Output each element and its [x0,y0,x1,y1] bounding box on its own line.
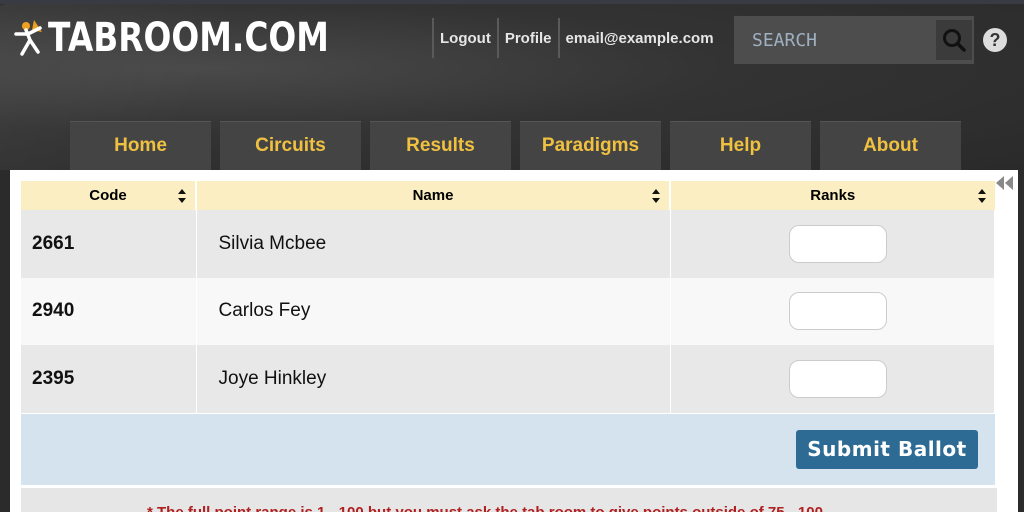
entry-code: 2395 [21,345,197,413]
nav-tab-help[interactable]: Help [670,121,811,170]
search-input[interactable] [734,16,934,64]
column-header-code[interactable]: Code [21,181,197,210]
site-header: TABROOM.COM Logout Profile email@example… [0,0,1024,170]
search-button[interactable] [936,20,972,60]
entry-code: 2661 [21,210,197,278]
nav-tab-about[interactable]: About [820,121,961,170]
account-email-link[interactable]: email@example.com [560,30,720,47]
note-bar: * The full point range is 1 - 100 but yo… [21,488,997,512]
rank-cell [670,210,995,278]
entry-name: Silvia Mcbee [196,210,671,278]
collapse-sidebar-icon[interactable] [994,174,1016,192]
nav-tab-paradigms[interactable]: Paradigms [520,121,661,170]
entry-name: Joye Hinkley [196,345,671,413]
column-header-ranks[interactable]: Ranks [670,181,995,210]
nav-tab-circuits[interactable]: Circuits [220,121,361,170]
table-header-row: Code Name Ranks [21,181,995,210]
rank-input[interactable] [788,224,887,263]
table-row: 2940 Carlos Fey [21,277,995,345]
top-border [0,0,1024,4]
main-nav: Home Circuits Results Paradigms Help Abo… [70,121,970,170]
entry-code: 2940 [21,277,197,345]
point-range-note: * The full point range is 1 - 100 but yo… [147,504,823,512]
ballot-table: Code Name Ranks 2661 Silvia Mcbee 2940 C… [21,181,995,413]
column-header-name[interactable]: Name [196,181,671,210]
nav-tab-home[interactable]: Home [70,121,211,170]
site-logo[interactable]: TABROOM.COM [14,12,391,64]
site-name: TABROOM.COM [48,15,329,61]
profile-link[interactable]: Profile [499,30,558,47]
column-header-label: Name [412,187,454,204]
logo-figure-icon [14,20,42,56]
rank-cell [670,345,995,413]
submit-bar: Submit Ballot [21,414,995,485]
sort-icon [652,189,660,203]
submit-ballot-button[interactable]: Submit Ballot [796,430,978,469]
nav-tab-results[interactable]: Results [370,121,511,170]
rank-input[interactable] [788,359,887,398]
rank-cell [670,277,995,345]
entry-name: Carlos Fey [196,277,671,345]
sort-icon [977,189,986,203]
search-icon [943,29,966,52]
column-header-label: Code [89,187,127,204]
logout-link[interactable]: Logout [434,30,497,47]
user-links: Logout Profile email@example.com [432,18,720,58]
help-icon[interactable]: ? [983,28,1007,52]
sort-icon [178,189,186,203]
table-row: 2395 Joye Hinkley [21,345,995,413]
column-header-label: Ranks [810,187,856,204]
rank-input[interactable] [788,292,887,331]
search-box [734,16,974,64]
table-row: 2661 Silvia Mcbee [21,210,995,278]
